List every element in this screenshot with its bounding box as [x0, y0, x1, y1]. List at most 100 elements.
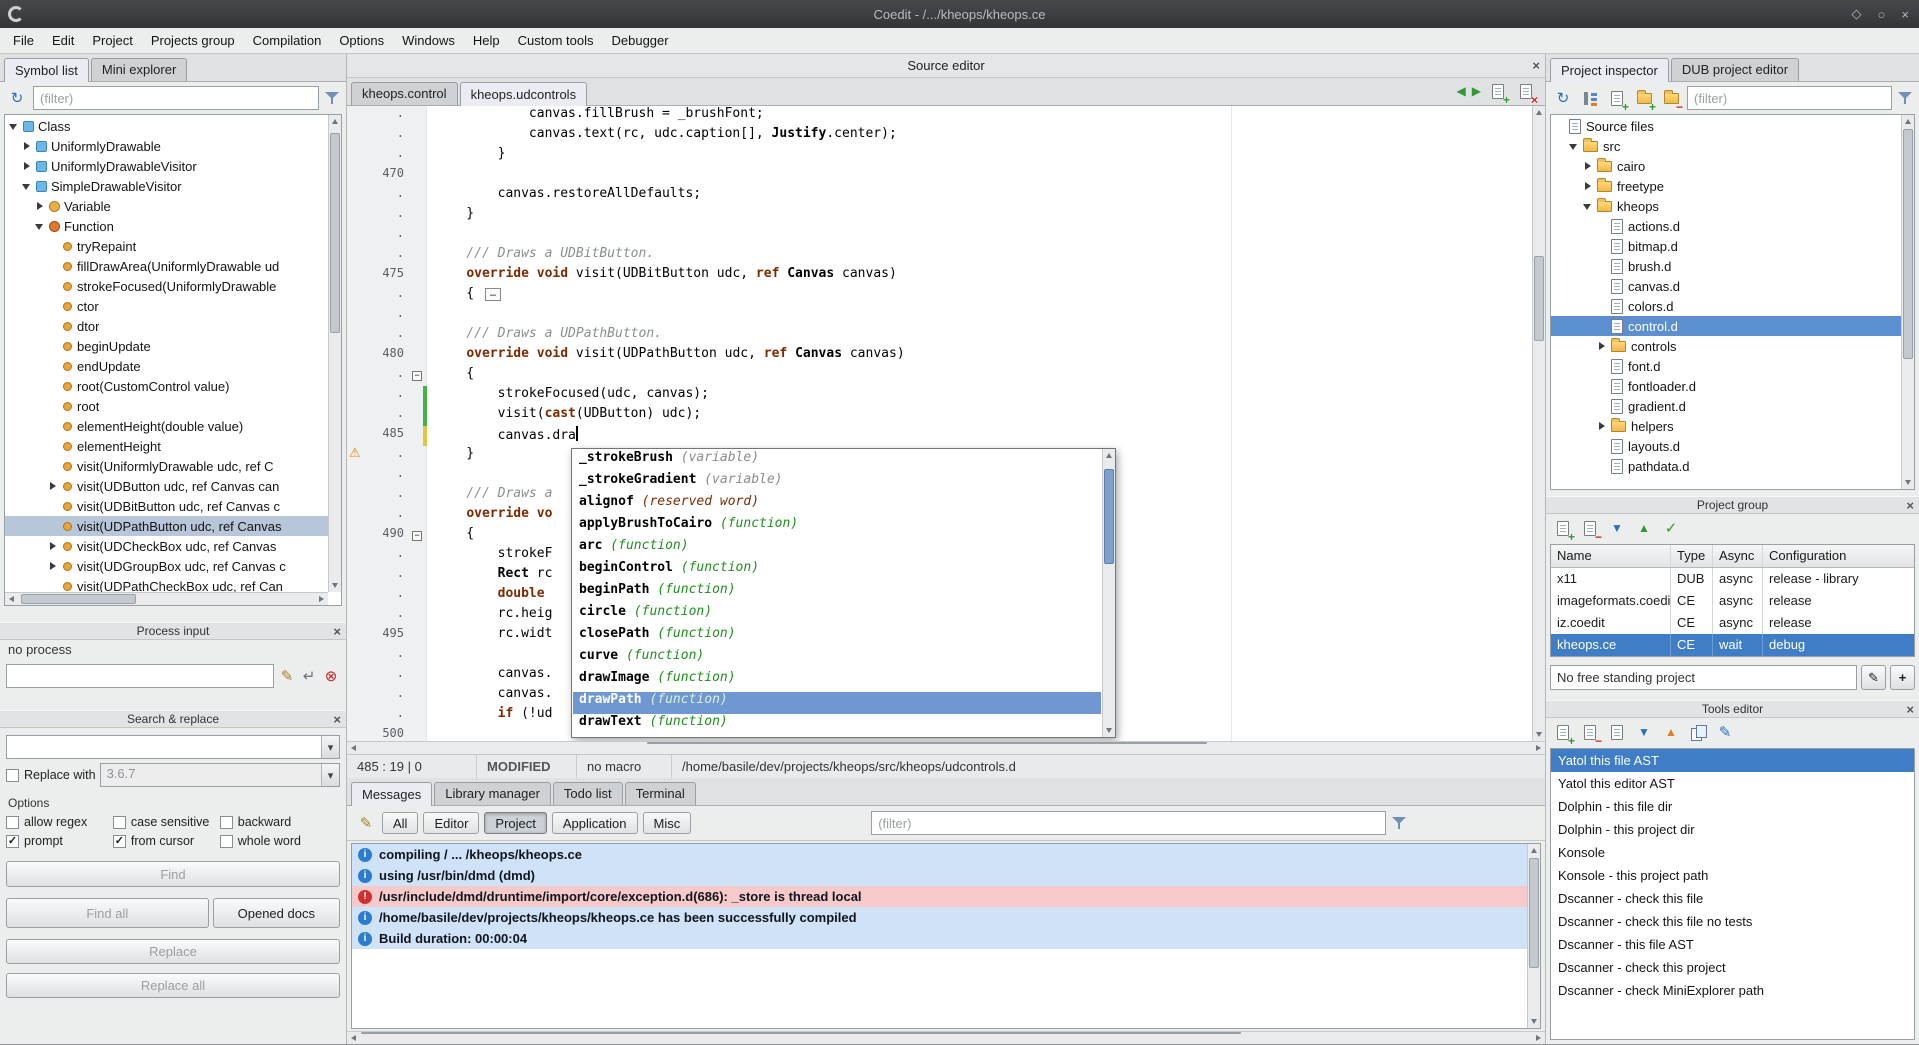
- scrollbar-thumb[interactable]: [647, 742, 1207, 744]
- checkbox-prompt[interactable]: ✓prompt: [6, 834, 113, 848]
- move-project-down-icon[interactable]: ▼: [1606, 517, 1628, 539]
- filter-misc-button[interactable]: Misc: [643, 812, 692, 834]
- project-row[interactable]: imageformats.coeditCEasyncrelease: [1551, 590, 1914, 612]
- project-file-item[interactable]: cairo: [1551, 156, 1901, 176]
- doc-tab-kheops-udcontrols[interactable]: kheops.udcontrols: [460, 82, 588, 106]
- tool-item[interactable]: Dscanner - this file AST: [1551, 933, 1914, 956]
- editor-line[interactable]: . canvas.text(rc, udc.caption[], Justify…: [347, 126, 1532, 146]
- scroll-down-icon[interactable]: [1533, 728, 1545, 741]
- editor-line[interactable]: .: [347, 226, 1532, 246]
- menu-edit[interactable]: Edit: [43, 28, 83, 53]
- editor-line[interactable]: . { …: [347, 286, 1532, 306]
- move-tool-down-icon[interactable]: ▼: [1633, 721, 1655, 743]
- menu-debugger[interactable]: Debugger: [603, 28, 678, 53]
- symbol-item[interactable]: Class: [5, 116, 328, 136]
- completion-item[interactable]: _strokeBrush (variable): [573, 450, 1101, 472]
- scroll-up-icon[interactable]: [329, 115, 342, 128]
- message-row[interactable]: !/usr/include/dmd/druntime/import/core/e…: [352, 886, 1527, 907]
- clone-tool-icon[interactable]: [1687, 721, 1709, 743]
- project-file-item[interactable]: colors.d: [1551, 296, 1901, 316]
- symbol-item[interactable]: fillDrawArea(UniformlyDrawable ud: [5, 256, 328, 276]
- tool-item[interactable]: Dscanner - check MiniExplorer path: [1551, 979, 1914, 1002]
- folded-code-icon[interactable]: …: [485, 288, 501, 301]
- scroll-right-icon[interactable]: [1532, 1032, 1545, 1045]
- replace-button[interactable]: Replace: [6, 939, 340, 964]
- collapse-arrow-icon[interactable]: [22, 181, 33, 192]
- symbol-item[interactable]: root: [5, 396, 328, 416]
- project-file-item[interactable]: fontloader.d: [1551, 376, 1901, 396]
- symbol-item[interactable]: UniformlyDrawable: [5, 136, 328, 156]
- menu-options[interactable]: Options: [330, 28, 393, 53]
- scrollbar-thumb[interactable]: [1104, 469, 1114, 564]
- scroll-left-icon[interactable]: [347, 742, 360, 755]
- nav-back-icon[interactable]: ◀: [1457, 84, 1466, 98]
- tree-view-icon[interactable]: [1579, 87, 1601, 109]
- tool-item[interactable]: Konsole - this project path: [1551, 864, 1914, 887]
- completion-item[interactable]: alignof (reserved word): [573, 494, 1101, 516]
- editor-line[interactable]: . }: [347, 206, 1532, 226]
- expand-arrow-icon[interactable]: [22, 161, 33, 172]
- add-project-icon[interactable]: +: [1552, 517, 1574, 539]
- scroll-right-icon[interactable]: [315, 593, 328, 606]
- symbol-item[interactable]: visit(UDButton udc, ref Canvas can: [5, 476, 328, 496]
- completion-item[interactable]: closePath (function): [573, 626, 1101, 648]
- tab-messages[interactable]: Messages: [351, 782, 432, 806]
- filter-funnel-icon[interactable]: [1897, 90, 1913, 106]
- editor-line[interactable]: . visit(cast(UDButton) udc);: [347, 406, 1532, 426]
- editor-line[interactable]: 480 override void visit(UDPathButton udc…: [347, 346, 1532, 366]
- collapse-arrow-icon[interactable]: [1583, 201, 1594, 212]
- project-file-item[interactable]: canvas.d: [1551, 276, 1901, 296]
- expand-arrow-icon[interactable]: [22, 141, 33, 152]
- collapse-arrow-icon[interactable]: [35, 221, 46, 232]
- column-header-type[interactable]: Type: [1671, 545, 1713, 567]
- remove-folder-icon[interactable]: −: [1660, 87, 1682, 109]
- tool-item[interactable]: Dolphin - this project dir: [1551, 818, 1914, 841]
- close-icon[interactable]: ×: [333, 623, 341, 639]
- window-maximize-button[interactable]: ○: [1878, 7, 1886, 22]
- message-row[interactable]: iusing /usr/bin/dmd (dmd): [352, 865, 1527, 886]
- code-editor[interactable]: . canvas.fillBrush = _brushFont;. canvas…: [347, 106, 1545, 741]
- expand-arrow-icon[interactable]: [35, 201, 46, 212]
- scroll-down-icon[interactable]: [1528, 1015, 1541, 1028]
- tab-project-inspector[interactable]: Project inspector: [1550, 58, 1669, 82]
- symbol-item[interactable]: Function: [5, 216, 328, 236]
- close-icon[interactable]: ×: [1906, 497, 1914, 513]
- filter-funnel-icon[interactable]: [1391, 815, 1407, 831]
- project-file-item[interactable]: freetype: [1551, 176, 1901, 196]
- editor-line[interactable]: .− {: [347, 366, 1532, 386]
- menu-help[interactable]: Help: [464, 28, 509, 53]
- expand-arrow-icon[interactable]: [48, 481, 59, 492]
- expand-arrow-icon[interactable]: [1597, 421, 1608, 432]
- process-input-field[interactable]: [6, 664, 274, 688]
- project-file-item[interactable]: Source files: [1551, 116, 1901, 136]
- completion-item[interactable]: _strokeGradient (variable): [573, 472, 1101, 494]
- editor-line[interactable]: 475 override void visit(UDBitButton udc,…: [347, 266, 1532, 286]
- close-icon[interactable]: ×: [1532, 54, 1540, 77]
- menu-file[interactable]: File: [4, 28, 43, 53]
- expand-arrow-icon[interactable]: [48, 541, 59, 552]
- tab-dub-project-editor[interactable]: DUB project editor: [1671, 58, 1799, 81]
- add-folder-icon[interactable]: +: [1633, 87, 1655, 109]
- tool-item[interactable]: Yatol this editor AST: [1551, 772, 1914, 795]
- editor-line[interactable]: . strokeFocused(udc, canvas);: [347, 386, 1532, 406]
- vertical-scrollbar[interactable]: [1901, 115, 1914, 489]
- new-tool-icon[interactable]: [1606, 721, 1628, 743]
- project-file-item[interactable]: helpers: [1551, 416, 1901, 436]
- tab-terminal[interactable]: Terminal: [625, 782, 696, 805]
- completion-item[interactable]: curve (function): [573, 648, 1101, 670]
- editor-line[interactable]: .: [347, 306, 1532, 326]
- editor-horizontal-scrollbar[interactable]: [347, 741, 1545, 754]
- editor-line[interactable]: . /// Draws a UDBitButton.: [347, 246, 1532, 266]
- column-header-async[interactable]: Async: [1713, 545, 1763, 567]
- project-file-item[interactable]: control.d: [1551, 316, 1901, 336]
- message-row[interactable]: i/home/basile/dev/projects/kheops/kheops…: [352, 907, 1527, 928]
- project-file-item[interactable]: layouts.d: [1551, 436, 1901, 456]
- filter-project-button[interactable]: Project: [484, 812, 546, 834]
- symbol-item[interactable]: visit(UDBitButton udc, ref Canvas c: [5, 496, 328, 516]
- scroll-up-icon[interactable]: [1533, 106, 1545, 119]
- replace-with-checkbox[interactable]: Replace with: [6, 768, 96, 782]
- filter-editor-button[interactable]: Editor: [423, 812, 479, 834]
- find-all-button[interactable]: Find all: [6, 898, 209, 928]
- doc-tab-kheops-control[interactable]: kheops.control: [351, 82, 458, 105]
- scroll-down-icon[interactable]: [1103, 724, 1116, 737]
